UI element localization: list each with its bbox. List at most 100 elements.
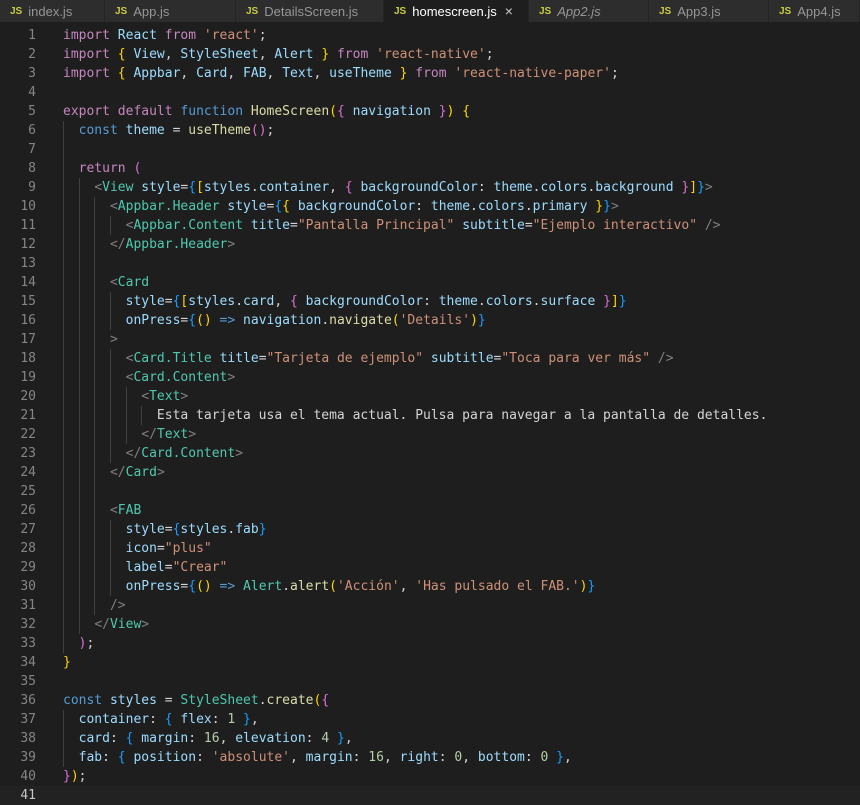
code-line[interactable]: 23 </Card.Content> bbox=[0, 444, 860, 463]
line-number: 36 bbox=[20, 693, 36, 708]
code-line[interactable]: 8 return ( bbox=[0, 159, 860, 178]
code-line[interactable]: 37 container: { flex: 1 }, bbox=[0, 710, 860, 729]
code-line[interactable]: 29 label="Crear" bbox=[0, 558, 860, 577]
code-line[interactable]: 30 onPress={() => Alert.alert('Acción', … bbox=[0, 577, 860, 596]
code-line[interactable]: 31 /> bbox=[0, 596, 860, 615]
line-number: 9 bbox=[28, 180, 36, 195]
code-line[interactable]: 13 bbox=[0, 254, 860, 273]
code-line[interactable]: 9 <View style={[styles.container, { back… bbox=[0, 178, 860, 197]
line-number: 31 bbox=[20, 598, 36, 613]
code-line[interactable]: 25 bbox=[0, 482, 860, 501]
line-number: 27 bbox=[20, 522, 36, 537]
code-line[interactable]: 15 style={[styles.card, { backgroundColo… bbox=[0, 292, 860, 311]
line-number: 2 bbox=[28, 47, 36, 62]
code-text: </Appbar.Header> bbox=[109, 237, 236, 252]
tab-label: App3.js bbox=[677, 3, 721, 19]
editor-tab-bar: JS index.js JS App.js JS DetailsScreen.js JS ho… bbox=[0, 0, 860, 23]
line-number: 26 bbox=[20, 503, 36, 518]
line-number: 15 bbox=[20, 294, 36, 309]
line-number: 25 bbox=[20, 484, 36, 499]
code-text: } bbox=[63, 655, 71, 670]
line-number: 1 bbox=[28, 28, 36, 43]
js-file-icon: JS bbox=[246, 5, 259, 17]
code-line[interactable]: 35 bbox=[0, 672, 860, 691]
code-line[interactable]: 22 </Text> bbox=[0, 425, 860, 444]
code-line[interactable]: 20 <Text> bbox=[0, 387, 860, 406]
code-line[interactable]: 5 export default function HomeScreen({ na… bbox=[0, 102, 860, 121]
line-number: 18 bbox=[20, 351, 36, 366]
code-text: icon="plus" bbox=[125, 541, 212, 556]
code-line[interactable]: 32 </View> bbox=[0, 615, 860, 634]
indent-guide bbox=[109, 216, 111, 235]
code-line[interactable]: 2 import { View, StyleSheet, Alert } from… bbox=[0, 45, 860, 64]
line-number: 4 bbox=[28, 85, 36, 100]
line-number: 20 bbox=[20, 389, 36, 404]
code-line[interactable]: 41 bbox=[0, 786, 860, 805]
code-line[interactable]: 21 Esta tarjeta usa el tema actual. Puls… bbox=[0, 406, 860, 425]
js-file-icon: JS bbox=[779, 5, 792, 17]
line-number: 28 bbox=[20, 541, 36, 556]
code-line[interactable]: 11 <Appbar.Content title="Pantalla Princ… bbox=[0, 216, 860, 235]
code-line[interactable]: 36 const styles = StyleSheet.create({ bbox=[0, 691, 860, 710]
tab-label: index.js bbox=[28, 3, 73, 19]
line-number: 19 bbox=[20, 370, 36, 385]
tab-app-js[interactable]: JS App.js bbox=[105, 0, 236, 22]
line-number: 33 bbox=[20, 636, 36, 651]
line-number: 29 bbox=[20, 560, 36, 575]
code-line[interactable]: 16 onPress={() => navigation.navigate('D… bbox=[0, 311, 860, 330]
code-line[interactable]: 40}); bbox=[0, 767, 860, 786]
code-line[interactable]: 26 <FAB bbox=[0, 501, 860, 520]
code-text: fab: { position: 'absolute', margin: 16,… bbox=[78, 750, 572, 765]
line-number: 40 bbox=[20, 769, 36, 784]
code-line[interactable]: 17 > bbox=[0, 330, 860, 349]
code-editor[interactable]: 1 import React from 'react'; 2 import { Vie… bbox=[0, 25, 860, 805]
code-line[interactable]: 6 const theme = useTheme(); bbox=[0, 121, 860, 140]
line-number: 5 bbox=[28, 104, 36, 119]
code-text: style={[styles.card, { backgroundColor: … bbox=[125, 294, 627, 309]
tab-homescreen-js[interactable]: JS homescreen.js × bbox=[384, 0, 529, 22]
tab-label: App2.js bbox=[557, 3, 601, 19]
code-text: import { View, StyleSheet, Alert } from … bbox=[63, 47, 494, 62]
line-number: 23 bbox=[20, 446, 36, 461]
code-text: </View> bbox=[94, 617, 150, 632]
tab-index-js[interactable]: JS index.js bbox=[0, 0, 105, 22]
tab-detailsscreen-js[interactable]: JS DetailsScreen.js bbox=[236, 0, 384, 22]
code-line[interactable]: 3 import { Appbar, Card, FAB, Text, useTh… bbox=[0, 64, 860, 83]
code-line[interactable]: 39 fab: { position: 'absolute', margin: … bbox=[0, 748, 860, 767]
code-line[interactable]: 34} bbox=[0, 653, 860, 672]
code-line[interactable]: 18 <Card.Title title="Tarjeta de ejemplo… bbox=[0, 349, 860, 368]
tab-app3-js[interactable]: JS App3.js bbox=[649, 0, 769, 22]
code-line[interactable]: 27 style={styles.fab} bbox=[0, 520, 860, 539]
line-number: 38 bbox=[20, 731, 36, 746]
code-line[interactable]: 33 ); bbox=[0, 634, 860, 653]
code-line[interactable]: 12 </Appbar.Header> bbox=[0, 235, 860, 254]
indent-guide bbox=[109, 349, 111, 463]
tab-label: App.js bbox=[133, 3, 170, 19]
code-text: <Card.Content> bbox=[125, 370, 236, 385]
code-line[interactable]: 14 <Card bbox=[0, 273, 860, 292]
code-text: export default function HomeScreen({ nav… bbox=[63, 104, 471, 119]
js-file-icon: JS bbox=[659, 5, 672, 17]
code-line[interactable]: 28 icon="plus" bbox=[0, 539, 860, 558]
code-line[interactable]: 10 <Appbar.Header style={{ backgroundCol… bbox=[0, 197, 860, 216]
code-line[interactable]: 19 <Card.Content> bbox=[0, 368, 860, 387]
code-line[interactable]: 7 bbox=[0, 140, 860, 159]
tab-app4-js[interactable]: JS App4.js bbox=[769, 0, 860, 22]
code-text: </Card.Content> bbox=[125, 446, 244, 461]
code-text: const styles = StyleSheet.create({ bbox=[63, 693, 330, 708]
code-text: onPress={() => navigation.navigate('Deta… bbox=[125, 313, 486, 328]
line-number: 7 bbox=[28, 142, 36, 157]
code-text: </Text> bbox=[141, 427, 197, 442]
code-text: ); bbox=[78, 636, 95, 651]
code-text: <Card bbox=[109, 275, 150, 290]
code-line[interactable]: 1 import React from 'react'; bbox=[0, 26, 860, 45]
close-icon[interactable]: × bbox=[505, 4, 513, 18]
code-line[interactable]: 4 bbox=[0, 83, 860, 102]
code-line[interactable]: 38 card: { margin: 16, elevation: 4 }, bbox=[0, 729, 860, 748]
tab-app2-js[interactable]: JS App2.js bbox=[529, 0, 649, 22]
code-line[interactable]: 24 </Card> bbox=[0, 463, 860, 482]
code-text: import React from 'react'; bbox=[63, 28, 267, 43]
code-text: <View style={[styles.container, { backgr… bbox=[94, 180, 713, 195]
line-number: 39 bbox=[20, 750, 36, 765]
tab-label: DetailsScreen.js bbox=[264, 3, 359, 19]
